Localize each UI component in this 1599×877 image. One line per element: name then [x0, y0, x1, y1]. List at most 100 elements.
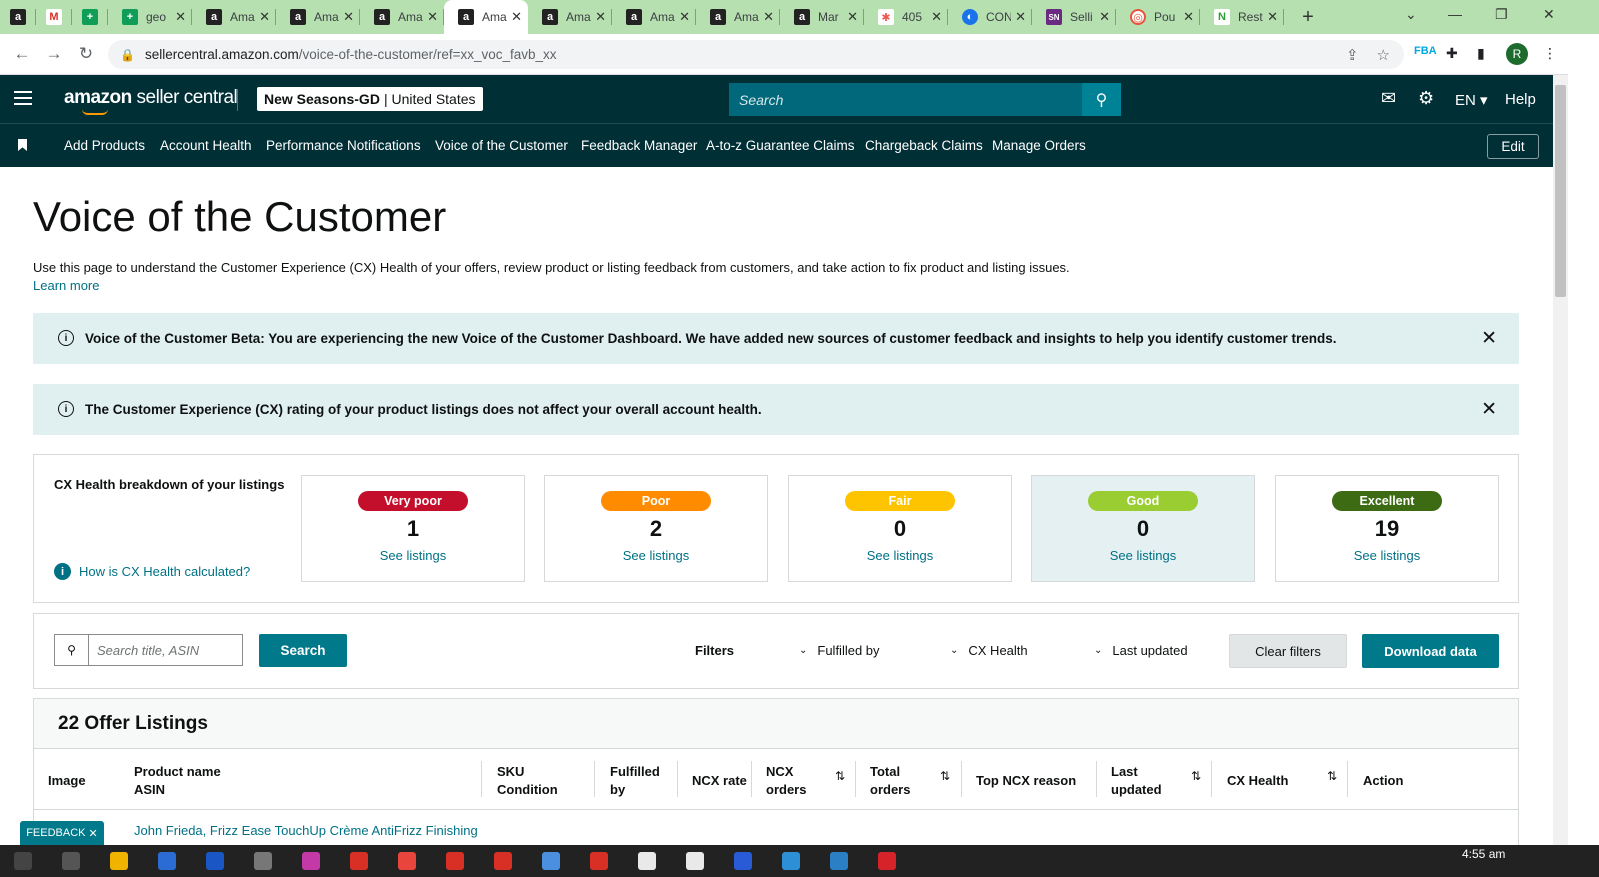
fulfilled-by-dropdown[interactable]: ⌄ Fulfilled by	[799, 643, 880, 658]
app-icon[interactable]	[830, 852, 848, 870]
tab-close-icon[interactable]: ✕	[343, 9, 354, 25]
tab-close-icon[interactable]: ✕	[1099, 9, 1110, 25]
app-icon[interactable]	[686, 852, 704, 870]
edit-nav-button[interactable]: Edit	[1487, 134, 1539, 159]
forward-icon[interactable]: →	[38, 44, 70, 64]
language-selector[interactable]: EN ▾	[1455, 91, 1488, 109]
close-icon[interactable]: ✕	[1481, 398, 1497, 421]
chrome-icon[interactable]	[494, 852, 512, 870]
bookmark-star-icon[interactable]: ☆	[1377, 46, 1390, 64]
browser-menu-icon[interactable]: ⋮	[1543, 45, 1557, 62]
close-icon[interactable]: ✕	[1481, 327, 1497, 350]
app-icon[interactable]	[590, 852, 608, 870]
app-icon[interactable]	[638, 852, 656, 870]
nav-voice-of-the-customer[interactable]: Voice of the Customer	[435, 138, 568, 153]
browser-tab[interactable]: ◎ Pou ✕	[1116, 0, 1200, 34]
product-name-link[interactable]: John Frieda, Frizz Ease TouchUp Crème An…	[134, 823, 478, 838]
app-icon[interactable]	[158, 852, 176, 870]
search-icon[interactable]: ⚲	[1082, 83, 1121, 116]
share-icon[interactable]: ⇪	[1346, 46, 1359, 64]
nav-a-to-z-claims[interactable]: A-to-z Guarantee Claims	[706, 138, 855, 153]
reload-icon[interactable]: ↻	[70, 44, 102, 64]
nav-feedback-manager[interactable]: Feedback Manager	[581, 138, 697, 153]
app-icon[interactable]	[734, 852, 752, 870]
sort-icon[interactable]: ⇅	[940, 769, 950, 783]
search-button[interactable]: Search	[259, 634, 347, 667]
cx-card-poor[interactable]: Poor 2 See listings	[544, 475, 768, 582]
search-icon[interactable]	[62, 852, 80, 870]
extensions-puzzle-icon[interactable]: ✚	[1446, 45, 1458, 62]
cx-card-excellent[interactable]: Excellent 19 See listings	[1275, 475, 1499, 582]
nav-manage-orders[interactable]: Manage Orders	[992, 138, 1086, 153]
browser-tab[interactable]: a Ama ✕	[276, 0, 360, 34]
tab-close-icon[interactable]: ✕	[679, 9, 690, 25]
hamburger-menu-icon[interactable]	[14, 91, 32, 109]
help-link[interactable]: Help	[1505, 91, 1536, 108]
sort-icon[interactable]: ⇅	[835, 769, 845, 783]
tab-close-icon[interactable]: ✕	[595, 9, 606, 25]
browser-tab[interactable]: a Ama ✕	[360, 0, 444, 34]
cx-health-help-link[interactable]: i How is CX Health calculated?	[54, 563, 250, 580]
tab-close-icon[interactable]: ✕	[847, 9, 858, 25]
restore-icon[interactable]: ❐	[1495, 6, 1508, 23]
learn-more-link[interactable]: Learn more	[33, 278, 99, 293]
app-icon[interactable]	[542, 852, 560, 870]
fba-extension-icon[interactable]: FBA	[1414, 45, 1437, 57]
browser-tab[interactable]: a Ama ✕	[696, 0, 780, 34]
cx-card-fair[interactable]: Fair 0 See listings	[788, 475, 1012, 582]
browser-tab[interactable]: SN Selli ✕	[1032, 0, 1116, 34]
tab-close-icon[interactable]: ✕	[511, 9, 522, 25]
close-window-icon[interactable]: ✕	[1543, 6, 1555, 23]
feedback-button[interactable]: FEEDBACK ✕	[20, 821, 104, 845]
url-field[interactable]: 🔒 sellercentral.amazon.com/voice-of-the-…	[108, 40, 1404, 69]
tab-close-icon[interactable]: ✕	[1267, 9, 1278, 25]
cx-health-dropdown[interactable]: ⌄ CX Health	[950, 643, 1028, 658]
browser-tab[interactable]: ◐ CON ✕	[948, 0, 1032, 34]
app-icon[interactable]	[878, 852, 896, 870]
tab-close-icon[interactable]: ✕	[259, 9, 270, 25]
tab-close-icon[interactable]: ✕	[1015, 9, 1026, 25]
nav-account-health[interactable]: Account Health	[160, 138, 252, 153]
listing-search-input[interactable]: Search title, ASIN	[88, 634, 243, 666]
amazon-seller-central-logo[interactable]: amazon seller central	[64, 87, 238, 115]
see-listings-link[interactable]: See listings	[302, 548, 524, 563]
tab-search-icon[interactable]: ⌄	[1405, 6, 1417, 23]
browser-tab[interactable]: a	[0, 0, 36, 34]
side-panel-icon[interactable]: ▮	[1477, 45, 1485, 62]
browser-tab[interactable]: M	[36, 0, 72, 34]
browser-tab[interactable]: + geo ✕	[108, 0, 192, 34]
sort-icon[interactable]: ⇅	[1191, 769, 1201, 783]
mail-icon[interactable]: ✉	[1381, 88, 1396, 109]
tab-close-icon[interactable]: ✕	[175, 9, 186, 25]
see-listings-link[interactable]: See listings	[1032, 548, 1254, 563]
see-listings-link[interactable]: See listings	[1276, 548, 1498, 563]
browser-tab[interactable]: a Ama ✕	[528, 0, 612, 34]
windows-start-icon[interactable]	[14, 852, 32, 870]
browser-tab[interactable]: N Rest ✕	[1200, 0, 1284, 34]
header-search-input[interactable]: Search	[729, 83, 1082, 116]
cx-card-very-poor[interactable]: Very poor 1 See listings	[301, 475, 525, 582]
profile-avatar[interactable]: R	[1506, 43, 1528, 65]
nav-performance-notifications[interactable]: Performance Notifications	[266, 138, 421, 153]
gear-icon[interactable]: ⚙	[1418, 88, 1434, 109]
account-switcher[interactable]: New Seasons-GD | United States	[257, 87, 483, 111]
tab-close-icon[interactable]: ✕	[763, 9, 774, 25]
download-data-button[interactable]: Download data	[1362, 634, 1499, 668]
app-icon[interactable]	[206, 852, 224, 870]
browser-tab[interactable]: a Mar ✕	[780, 0, 864, 34]
see-listings-link[interactable]: See listings	[545, 548, 767, 563]
vertical-scrollbar[interactable]	[1553, 75, 1568, 845]
minimize-icon[interactable]: —	[1448, 6, 1462, 22]
cx-card-good[interactable]: Good 0 See listings	[1031, 475, 1255, 582]
tab-close-icon[interactable]: ✕	[427, 9, 438, 25]
app-icon[interactable]	[782, 852, 800, 870]
nav-add-products[interactable]: Add Products	[64, 138, 145, 153]
browser-tab[interactable]: a Ama ✕	[192, 0, 276, 34]
nav-chargeback-claims[interactable]: Chargeback Claims	[865, 138, 983, 153]
see-listings-link[interactable]: See listings	[789, 548, 1011, 563]
back-icon[interactable]: ←	[6, 44, 38, 64]
sort-icon[interactable]: ⇅	[1327, 769, 1337, 783]
browser-tab[interactable]: ✱ 405 ✕	[864, 0, 948, 34]
chrome-icon[interactable]	[350, 852, 368, 870]
app-icon[interactable]	[254, 852, 272, 870]
